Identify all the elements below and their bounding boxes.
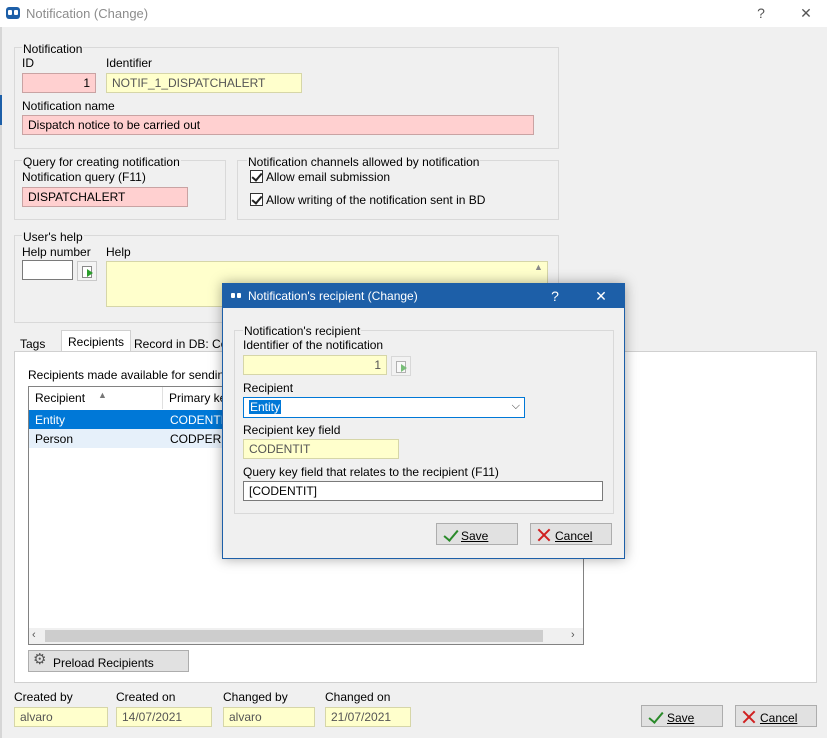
dialog-query-key-field[interactable]: [CODENTIT] [243,481,603,501]
cancel-button-label: Cancel [760,711,798,725]
channels-group [237,160,559,220]
dialog-save-label: Save [461,529,489,543]
channels-group-label: Notification channels allowed by notific… [247,155,481,169]
email-checkbox-label: Allow email submission [266,170,391,184]
created-by-label: Created by [14,690,73,704]
help-number-label: Help number [22,245,91,259]
scroll-left-icon[interactable]: ‹ [32,629,36,641]
changed-by-field: alvaro [223,707,315,727]
notification-query-label: Notification query (F11) [22,170,146,184]
dialog-lookup-icon[interactable] [391,356,411,376]
scroll-right-icon[interactable]: › [571,629,575,641]
changed-on-label: Changed on [325,690,391,704]
sort-ascending-icon: ▲ [98,390,107,400]
cancel-button[interactable]: Cancel [735,705,817,727]
save-button[interactable]: Save [641,705,723,727]
dialog-key-field-label: Recipient key field [243,423,341,437]
column-header-recipient-label: Recipient [35,391,86,405]
help-lookup-icon[interactable] [77,261,97,281]
dialog-titlebar: Notification's recipient (Change) ? ✕ [223,284,624,308]
notification-name-field[interactable]: Dispatch notice to be carried out [22,115,534,135]
left-edge-accent [0,95,2,125]
help-scroll-up-icon[interactable]: ▲ [530,262,547,282]
dialog-recipient-value: Entity [249,400,282,414]
app-icon [6,7,20,19]
left-edge [0,27,2,738]
dialog-cancel-label: Cancel [555,529,593,543]
window-titlebar: Notification (Change) ? ✕ [0,0,827,27]
row-recipient: Entity [35,413,66,427]
help-text-label: Help [106,245,131,259]
dialog-notif-id-field: 1 [243,355,387,375]
changed-by-label: Changed by [223,690,288,704]
dialog-recipient-select[interactable]: Entity ⌵ [243,397,525,418]
notification-group-label: Notification [22,42,84,56]
close-icon [537,528,551,542]
dialog-app-icon [229,290,243,302]
help-button[interactable]: ? [751,3,771,23]
horizontal-scrollbar[interactable]: ‹ › [29,628,583,644]
bd-checkbox-label: Allow writing of the notification sent i… [266,193,486,207]
help-group-label: User's help [22,230,84,244]
id-label: ID [22,56,34,70]
tab-recipients[interactable]: Recipients [61,330,132,352]
dialog-save-button[interactable]: Save [436,523,518,545]
close-button[interactable]: ✕ [796,3,816,23]
dialog-close-button[interactable]: ✕ [591,286,611,306]
created-by-field: alvaro [14,707,108,727]
check-icon [443,528,459,542]
dialog-help-button[interactable]: ? [545,286,565,306]
dialog-recipient-label: Recipient [243,381,294,395]
window-title: Notification (Change) [26,6,149,21]
email-checkbox[interactable] [250,170,263,183]
created-on-label: Created on [116,690,176,704]
identifier-field[interactable]: NOTIF_1_DISPATCHALERT [106,73,302,93]
query-group-label: Query for creating notification [22,155,181,169]
recipient-dialog: Notification's recipient (Change) ? ✕ No… [222,283,625,559]
preload-recipients-button[interactable]: ⚙ Preload Recipients [28,650,189,672]
close-icon [742,710,756,724]
notification-query-field[interactable]: DISPATCHALERT [22,187,188,207]
help-number-field[interactable] [22,260,73,280]
check-icon [648,710,664,724]
changed-on-field: 21/07/2021 [325,707,411,727]
notification-name-label: Notification name [22,99,115,113]
identifier-label: Identifier [106,56,153,70]
dialog-key-field: CODENTIT [243,439,399,459]
id-field[interactable]: 1 [22,73,96,93]
created-on-field: 14/07/2021 [116,707,212,727]
chevron-down-icon[interactable]: ⌵ [512,399,520,414]
dialog-query-key-label: Query key field that relates to the reci… [243,465,499,479]
gear-icon: ⚙ [33,651,47,668]
dialog-group-label: Notification's recipient [243,324,362,338]
column-header-recipient[interactable]: Recipient ▲ [29,387,163,409]
row-recipient: Person [35,432,74,446]
dialog-title: Notification's recipient (Change) [248,289,418,303]
dialog-cancel-button[interactable]: Cancel [530,523,612,545]
save-button-label: Save [667,711,695,725]
bd-checkbox[interactable] [250,193,263,206]
scrollbar-thumb[interactable] [45,630,543,642]
recipients-caption: Recipients made available for sending [28,368,231,382]
preload-recipients-label: Preload Recipients [53,656,154,670]
dialog-notif-id-label: Identifier of the notification [243,338,384,352]
